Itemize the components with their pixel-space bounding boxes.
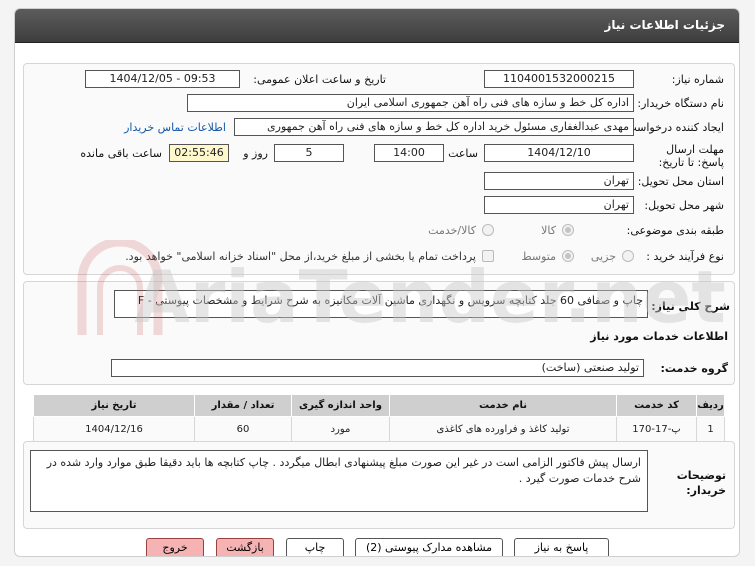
view-attachments-button[interactable]: مشاهده مدارک پیوستی (2) — [355, 538, 503, 556]
days-remaining-field[interactable]: 5 — [274, 144, 344, 162]
col-name: نام خدمت — [389, 394, 617, 417]
remaining-time-field: 02:55:46 — [169, 144, 229, 162]
city-label: شهر محل تحویل: — [644, 199, 724, 212]
print-button[interactable]: چاپ — [286, 538, 344, 556]
deadline-label: مهلت ارسال پاسخ: تا تاریخ: — [658, 143, 724, 169]
back-button[interactable]: بازگشت — [216, 538, 274, 556]
cell-unit: مورد — [291, 416, 390, 443]
deadline-time-label: ساعت — [448, 147, 478, 160]
col-code: کد خدمت — [616, 394, 697, 417]
reply-button[interactable]: پاسخ به نیاز — [514, 538, 609, 556]
need-number-field[interactable]: 1104001532000215 — [484, 70, 634, 88]
announce-label: تاریخ و ساعت اعلان عمومی: — [253, 73, 386, 86]
announce-field[interactable]: 1404/12/05 - 09:53 — [85, 70, 240, 88]
summary-field[interactable]: چاپ و صفافی 60 جلد کتابچه سرویس و نگهدار… — [114, 290, 648, 318]
cell-qty: 60 — [194, 416, 292, 443]
treasury-payment-note: پرداخت تمام یا بخشی از مبلغ خرید،از محل … — [125, 250, 476, 263]
buyer-notes-label: توضیحات خریدار: — [676, 469, 726, 497]
creator-label: ایجاد کننده درخواست: — [622, 121, 724, 134]
announce-value: 1404/12/05 - 09:53 — [109, 72, 216, 85]
col-row: ردیف — [696, 394, 725, 417]
buyer-org-field[interactable]: اداره کل خط و سازه های فنی راه آهن جمهور… — [187, 94, 634, 112]
days-label: روز و — [243, 147, 268, 160]
summary-section: شرح کلی نیاز: چاپ و صفافی 60 جلد کتابچه … — [23, 281, 735, 385]
process-medium-radio[interactable] — [562, 250, 574, 262]
page-title: جزئیات اطلاعات نیاز — [604, 18, 725, 32]
buyer-notes-section: توضیحات خریدار: ارسال پیش فاکتور الزامی … — [23, 441, 735, 529]
contact-buyer-link[interactable]: اطلاعات تماس خریدار — [124, 121, 226, 134]
cell-row: 1 — [696, 416, 725, 443]
province-label: استان محل تحویل: — [637, 175, 724, 188]
buyer-notes-text: ارسال پیش فاکتور الزامی است در غیر این ص… — [46, 456, 641, 485]
service-group-label: گروه خدمت: — [660, 362, 728, 375]
treasury-payment-checkbox[interactable] — [482, 250, 494, 262]
cell-name: تولید کاغذ و فراورده های کاغذی — [389, 416, 617, 443]
col-date: تاریخ نیاز — [33, 394, 195, 417]
summary-label: شرح کلی نیاز: — [651, 300, 730, 313]
category-goods-service-radio[interactable] — [482, 224, 494, 236]
need-number-label: شماره نیاز: — [671, 73, 724, 86]
process-label: نوع فرآیند خرید : — [646, 250, 724, 263]
col-qty: تعداد / مقدار — [194, 394, 292, 417]
category-label: طبقه بندی موضوعی: — [626, 224, 724, 237]
city-field[interactable]: تهران — [484, 196, 634, 214]
category-goods-radio[interactable] — [562, 224, 574, 236]
buyer-org-label: نام دستگاه خریدار: — [637, 97, 724, 110]
province-field[interactable]: تهران — [484, 172, 634, 190]
summary-text: چاپ و صفافی 60 جلد کتابچه سرویس و نگهدار… — [137, 294, 643, 307]
exit-button[interactable]: خروج — [146, 538, 204, 556]
panel-header: جزئیات اطلاعات نیاز — [15, 9, 739, 43]
col-unit: واحد اندازه گیری — [291, 394, 390, 417]
process-minor-label: جزیی — [590, 250, 616, 263]
deadline-date-field[interactable]: 1404/12/10 — [484, 144, 634, 162]
service-group-field[interactable]: تولید صنعتی (ساخت) — [111, 359, 644, 377]
need-details-panel: جزئیات اطلاعات نیاز شماره نیاز: 11040015… — [14, 8, 740, 557]
services-table-header: ردیف کد خدمت نام خدمت واحد اندازه گیری ت… — [33, 394, 725, 417]
info-section: شماره نیاز: 1104001532000215 تاریخ و ساع… — [23, 63, 735, 275]
remaining-label: ساعت باقی مانده — [80, 147, 162, 160]
cell-date: 1404/12/16 — [33, 416, 195, 443]
category-goods-service-label: کالا/خدمت — [428, 224, 476, 237]
buyer-notes-field[interactable]: ارسال پیش فاکتور الزامی است در غیر این ص… — [30, 450, 648, 512]
deadline-time-field[interactable]: 14:00 — [374, 144, 444, 162]
category-goods-label: کالا — [541, 224, 556, 237]
process-medium-label: متوسط — [521, 250, 556, 263]
table-row[interactable]: 1 پ-17-170 تولید کاغذ و فراورده های کاغذ… — [33, 416, 725, 443]
cell-code: پ-17-170 — [616, 416, 697, 443]
process-minor-radio[interactable] — [622, 250, 634, 262]
services-table: ردیف کد خدمت نام خدمت واحد اندازه گیری ت… — [33, 394, 725, 443]
creator-field[interactable]: مهدی عبدالغفاری مسئول خرید اداره کل خط و… — [234, 118, 634, 136]
services-section-title: اطلاعات خدمات مورد نیاز — [590, 330, 728, 343]
